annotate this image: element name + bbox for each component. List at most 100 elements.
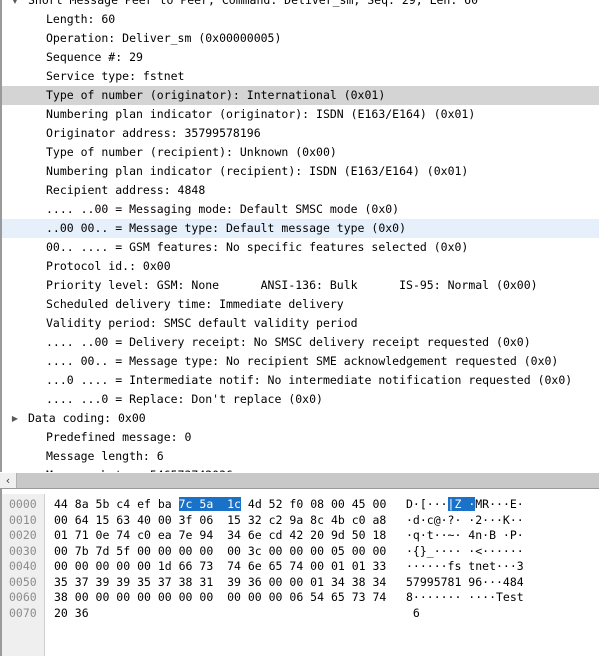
packet-detail-row-label: Length: 60 — [46, 12, 116, 26]
packet-detail-row[interactable]: Operation: Deliver_sm (0x00000005) — [2, 29, 599, 48]
hex-ascii: 57995781 96···484 — [406, 574, 524, 589]
packet-detail-row-label: Operation: Deliver_sm (0x00000005) — [46, 31, 282, 45]
hex-dump-row[interactable]: 0040 00 00 00 00 00 1d 66 73 74 6e 65 74 … — [2, 559, 599, 575]
scroll-left-arrow-icon[interactable]: ‹ — [0, 473, 17, 488]
packet-detail-row[interactable]: ...0 .... = Intermediate notif: No inter… — [2, 371, 599, 390]
hex-dump-row[interactable]: 0030 00 7b 7d 5f 00 00 00 00 00 3c 00 00 … — [2, 544, 599, 560]
hex-bytes: 44 8a 5b c4 ef ba 7c 5a 1c 4d 52 f0 08 0… — [45, 497, 386, 513]
packet-detail-row-label: ..00 00.. = Message type: Default messag… — [46, 221, 407, 235]
packet-detail-row[interactable]: .... 00.. = Message type: No recipient S… — [2, 352, 599, 371]
packet-detail-row-label: Numbering plan indicator (originator): I… — [46, 107, 476, 121]
hex-dump-row[interactable]: 0050 35 37 39 39 35 37 38 31 39 36 00 00 … — [2, 575, 599, 591]
hex-dump-row[interactable]: 0010 00 64 15 63 40 00 3f 06 15 32 c2 9a … — [2, 513, 599, 529]
packet-detail-row[interactable]: 00.. .... = GSM features: No specific fe… — [2, 238, 599, 257]
packet-detail-row-label: .... ..00 = Delivery receipt: No SMSC de… — [46, 335, 531, 349]
packet-detail-row-label: Validity period: SMSC default validity p… — [46, 316, 358, 330]
packet-detail-row-label: Scheduled delivery time: Immediate deliv… — [46, 297, 344, 311]
hex-offset: 0000 — [9, 497, 37, 511]
packet-detail-row-label: Recipient address: 4848 — [46, 183, 206, 197]
chevron-right-icon[interactable]: ▶ — [2, 409, 28, 428]
chevron-down-icon[interactable]: ▼ — [2, 0, 28, 10]
packet-detail-row-label: Service type: fstnet — [46, 69, 185, 83]
packet-detail-row-label: .... ..00 = Messaging mode: Default SMSC… — [46, 202, 400, 216]
packet-detail-row[interactable]: Priority level: GSM: None ANSI-136: Bulk… — [2, 276, 599, 295]
hex-ascii: ······fs tnet···3 — [406, 559, 524, 573]
hex-dump-row[interactable]: 0000 44 8a 5b c4 ef ba 7c 5a 1c 4d 52 f0 … — [2, 497, 599, 513]
packet-detail-row-label: Type of number (originator): Internation… — [46, 88, 386, 102]
packet-detail-row[interactable]: .... ...0 = Replace: Don't replace (0x0) — [2, 390, 599, 409]
packet-detail-tree: ▼ Short Message Peer to Peer, Command: De… — [2, 0, 599, 472]
packet-detail-row-label: Short Message Peer to Peer, Command: Del… — [28, 0, 479, 7]
packet-detail-row-label: Numbering plan indicator (recipient): IS… — [46, 164, 469, 178]
hex-ascii: ·{}_···· ·<······ — [406, 543, 524, 558]
packet-detail-row[interactable]: .... ..00 = Delivery receipt: No SMSC de… — [2, 333, 599, 352]
hex-offset: 0050 — [9, 574, 37, 589]
packet-detail-row[interactable]: Numbering plan indicator (originator): I… — [2, 105, 599, 124]
packet-detail-row[interactable]: Length: 60 — [2, 10, 599, 29]
packet-detail-row[interactable]: Protocol id.: 0x00 — [2, 257, 599, 276]
packet-detail-pane[interactable]: ▼ Short Message Peer to Peer, Command: De… — [0, 0, 599, 472]
hex-bytes: 20 36 — [54, 605, 89, 620]
hex-bytes: 00 64 15 63 40 00 3f 06 15 32 c2 9a 8c 4… — [54, 512, 387, 527]
hex-ascii: ·d·c@·?· ·2···K·· — [406, 512, 524, 527]
packet-detail-row[interactable]: Recipient address: 4848 — [2, 181, 599, 200]
packet-detail-row[interactable]: .... ..00 = Messaging mode: Default SMSC… — [2, 200, 599, 219]
hex-bytes: 00 00 00 00 00 1d 66 73 74 6e 65 74 00 0… — [54, 559, 387, 573]
hex-bytes: 00 7b 7d 5f 00 00 00 00 00 3c 00 00 00 0… — [54, 543, 387, 558]
hex-bytes-segment: 4d 52 f0 08 00 45 00 — [240, 497, 387, 511]
packet-bytes-pane[interactable]: 0000 44 8a 5b c4 ef ba 7c 5a 1c 4d 52 f0 … — [0, 494, 599, 656]
scrollbar-track[interactable] — [17, 473, 599, 488]
packet-detail-row[interactable]: Type of number (recipient): Unknown (0x0… — [2, 143, 599, 162]
packet-detail-row[interactable]: Numbering plan indicator (recipient): IS… — [2, 162, 599, 181]
hex-bytes-segment: 44 8a 5b c4 ef ba — [54, 497, 179, 511]
hex-offset: 0010 — [9, 512, 37, 527]
packet-detail-row[interactable]: ..00 00.. = Message type: Default messag… — [2, 219, 599, 238]
hex-dump-row[interactable]: 0070 20 36 6 — [2, 606, 599, 622]
packet-detail-row-label: Predefined message: 0 — [46, 430, 192, 444]
packet-detail-row-label: Sequence #: 29 — [46, 50, 143, 64]
hex-ascii-selected: |Z · — [447, 497, 476, 511]
packet-detail-row-label: .... ...0 = Replace: Don't replace (0x0) — [46, 392, 323, 406]
packet-detail-row[interactable]: Predefined message: 0 — [2, 428, 599, 447]
packet-detail-row[interactable]: ▼ Short Message Peer to Peer, Command: De… — [2, 0, 599, 10]
hex-ascii-segment: D·[··· — [406, 497, 448, 511]
hex-ascii: 6 — [406, 605, 420, 620]
wireshark-packet-view: ▼ Short Message Peer to Peer, Command: De… — [0, 0, 599, 656]
detail-pane-horizontal-scrollbar[interactable]: ‹ — [0, 472, 599, 489]
packet-detail-row[interactable]: Originator address: 35799578196 — [2, 124, 599, 143]
hex-dump-row[interactable]: 0020 01 71 0e 74 c0 ea 7e 94 34 6e cd 42 … — [2, 528, 599, 544]
hex-offset: 0020 — [9, 528, 37, 542]
packet-detail-row[interactable]: Validity period: SMSC default validity p… — [2, 314, 599, 333]
hex-bytes-selected-gap — [213, 497, 228, 511]
packet-detail-row-label: Message length: 6 — [46, 449, 164, 463]
packet-detail-row[interactable]: Sequence #: 29 — [2, 48, 599, 67]
packet-detail-row[interactable]: Type of number (originator): Internation… — [2, 86, 599, 105]
hex-bytes: 38 00 00 00 00 00 00 00 00 00 00 06 54 6… — [54, 590, 387, 604]
packet-detail-row[interactable]: Scheduled delivery time: Immediate deliv… — [2, 295, 599, 314]
packet-detail-row[interactable]: Message length: 6 — [2, 447, 599, 466]
packet-detail-row[interactable]: Service type: fstnet — [2, 67, 599, 86]
hex-dump-row[interactable]: 0060 38 00 00 00 00 00 00 00 00 00 00 06 … — [2, 590, 599, 606]
hex-bytes: 35 37 39 39 35 37 38 31 39 36 00 00 01 3… — [54, 574, 387, 589]
hex-offset: 0040 — [9, 559, 37, 573]
packet-detail-row[interactable]: ▶ Data coding: 0x00 — [2, 409, 599, 428]
hex-bytes-selected: 7c 5a — [178, 497, 214, 511]
